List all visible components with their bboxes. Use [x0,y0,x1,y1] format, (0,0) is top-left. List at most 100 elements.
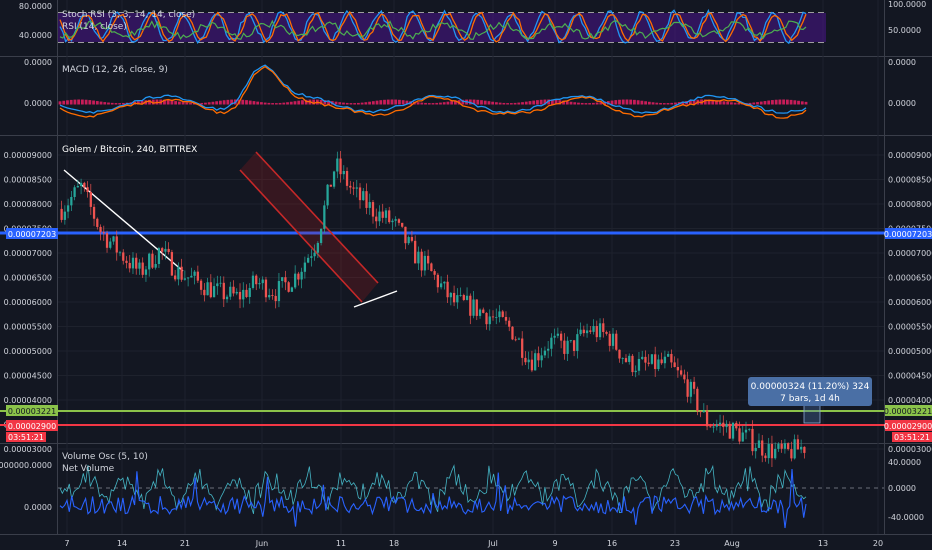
candle-body [751,428,754,452]
macd-histogram-bar [476,99,480,105]
macd-histogram-bar [424,102,427,105]
macd-histogram-bar [204,102,207,105]
macd-histogram-bar [345,102,349,105]
time-tick-label: Aug [724,539,740,548]
candle-body [170,252,174,276]
candle-body [235,291,238,294]
candle-body [313,252,316,257]
candle-body [229,286,232,297]
price-right-tick: 0.00006000 [888,298,932,307]
measure-tooltip-line2: 7 bars, 1d 4h [780,394,840,404]
candle-body [339,158,342,175]
candle-body [683,374,686,380]
candle-body [521,338,524,358]
macd-histogram-bar [435,102,439,105]
candle-body [530,359,534,371]
macd-histogram-bar [752,102,756,105]
candle-body [115,236,118,253]
price-right-tick: 0.00007000 [888,249,932,258]
macd-histogram-bar [629,99,633,105]
macd-histogram-bar [181,102,185,105]
candle-body [741,432,744,442]
macd-histogram-bar [189,102,192,105]
macd-histogram-bar [334,101,338,105]
candle-body [316,242,319,253]
candle-body [209,282,212,298]
price-left-tick: 0.00007000 [4,249,52,258]
candle-body [608,333,611,346]
macd-histogram-bar [782,99,786,105]
candle-body [141,262,144,275]
macd-histogram-bar [260,102,263,105]
candle-body [537,353,540,361]
macd-histogram-bar [763,101,767,105]
candle-body [511,326,514,340]
macd-histogram-bar [636,100,640,105]
candle-body [365,191,368,208]
measure-tooltip-line1: 0.00000324 (11.20%) 324 [751,382,870,392]
candle-body [138,262,141,269]
price-right-tick: 0.00004500 [888,372,932,381]
candle-body [186,277,190,279]
candle-body [624,358,628,362]
candle-body [430,263,433,272]
macd-histogram-bar [595,102,599,105]
macd-histogram-bar [569,101,573,105]
macd-histogram-bar [670,102,674,105]
candle-body [799,446,803,450]
candle-body [342,171,345,175]
macd-histogram-bar [286,102,289,105]
candle-body [407,237,410,244]
candle-body [628,355,631,362]
candle-body [144,269,148,275]
countdown-text: 03:51:21 [894,433,930,442]
candle-body [488,316,491,325]
macd-histogram-bar [267,102,271,105]
candle-body [319,228,323,243]
candle-body [86,187,89,192]
candle-body [76,186,79,188]
macd-histogram-bar [580,102,584,105]
candle-body [728,423,731,439]
candle-body [517,338,521,340]
macd-histogram-bar [274,103,278,105]
candle-body [183,278,187,280]
candle-body [495,317,498,318]
price-right-tick: 0.00006500 [888,274,932,283]
candle-body [595,326,598,338]
candle-body [748,428,751,430]
macd-histogram-bar [110,102,114,105]
support-label-text: 0.00003221 [8,407,56,416]
macd-histogram-bar [95,101,99,105]
candle-body [735,422,738,429]
macd-histogram-bar [271,103,275,105]
candle-body [196,271,199,281]
price-left-tick: 0.00005500 [4,323,52,332]
macd-histogram-bar [450,101,454,105]
macd-histogram-bar [379,100,383,105]
candle-body [589,330,592,332]
price-right-tick: 0.00009000 [888,151,932,160]
macd-histogram-bar [386,99,390,105]
candle-body [70,196,73,206]
candle-body [647,362,650,364]
chart-canvas[interactable]: Stoch RSI (3, 3, 14, 14, close) RSI (14,… [0,0,932,550]
candle-body [99,226,102,233]
candle-body [631,355,634,373]
volume-right-tick: 0.0000 [888,484,916,493]
candle-body [508,320,511,327]
candle-body [216,283,219,287]
candle-body [426,255,430,264]
candle-body [543,350,547,356]
candle-body [199,280,203,290]
candle-body [109,241,112,248]
candle-body [579,329,582,335]
candle-body [261,279,264,284]
candle-body [89,191,92,207]
candle-body [310,256,313,258]
macd-histogram-bar [226,99,230,105]
macd-histogram-bar [614,100,618,105]
macd-histogram-bar [483,100,487,105]
macd-histogram-bar [353,103,357,105]
macd-left-tick: 0.0000 [24,99,52,108]
